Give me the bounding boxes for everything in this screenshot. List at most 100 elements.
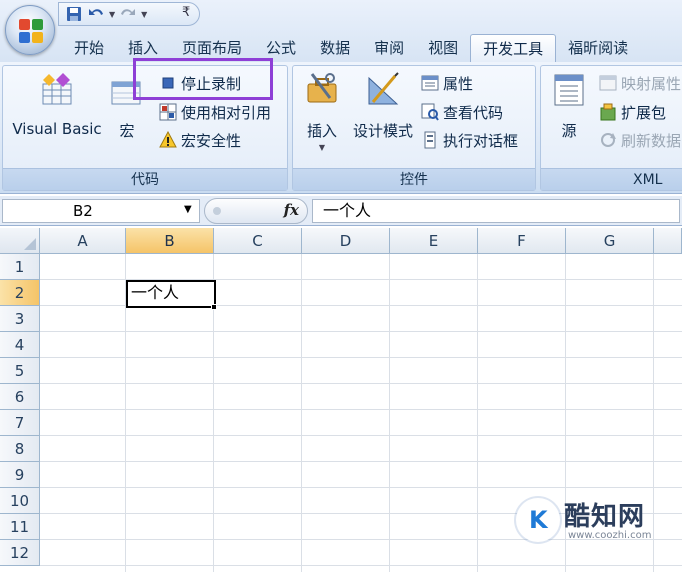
row-header-5[interactable]: 5: [0, 358, 40, 384]
row-header-11[interactable]: 11: [0, 514, 40, 540]
redo-icon[interactable]: [119, 5, 137, 23]
gridline: [301, 254, 302, 572]
undo-dropdown-icon[interactable]: ▼: [109, 10, 115, 19]
macro-security-label: 宏安全性: [181, 131, 242, 150]
properties-button[interactable]: 属性: [421, 72, 473, 94]
row-header-12[interactable]: 12: [0, 540, 40, 566]
tab-foxit-reader[interactable]: 福昕阅读: [556, 34, 640, 62]
gridline: [477, 254, 478, 572]
xml-source-icon: [551, 72, 587, 108]
expansion-packs-icon: [599, 103, 617, 121]
view-code-button[interactable]: 查看代码: [421, 101, 503, 123]
ribbon: Visual Basic 宏 停止录制 使用相对引用 宏安全性 代码 插入 ▼ …: [0, 58, 682, 194]
map-properties-icon: [599, 74, 617, 92]
design-mode-button[interactable]: 设计模式: [349, 72, 417, 141]
tab-home[interactable]: 开始: [62, 34, 116, 62]
xml-group: 源 映射属性 扩展包 刷新数据 XML: [540, 65, 682, 191]
row-header-2[interactable]: 2: [0, 280, 40, 306]
properties-icon: [421, 74, 439, 92]
formula-input[interactable]: 一个人: [312, 199, 680, 223]
annotation-highlight-box: [133, 58, 273, 100]
insert-control-button[interactable]: 插入 ▼: [297, 72, 347, 152]
name-box-dropdown-icon[interactable]: ▼: [184, 199, 192, 221]
refresh-data-button[interactable]: 刷新数据: [599, 129, 681, 151]
use-relative-refs-label: 使用相对引用: [181, 103, 272, 122]
gridline: [40, 565, 682, 566]
gridline: [40, 331, 682, 332]
office-logo-icon: [19, 19, 43, 43]
row-header-8[interactable]: 8: [0, 436, 40, 462]
expand-dot-icon: [213, 207, 221, 215]
column-header-g[interactable]: G: [566, 228, 654, 254]
column-header-b[interactable]: B: [126, 228, 214, 254]
map-properties-button[interactable]: 映射属性: [599, 72, 681, 94]
visual-basic-label: Visual Basic: [12, 120, 102, 138]
properties-label: 属性: [443, 74, 474, 93]
visual-basic-icon: [39, 72, 75, 108]
office-button[interactable]: [5, 5, 55, 55]
xml-source-label: 源: [561, 122, 577, 140]
select-all-button[interactable]: [0, 228, 40, 254]
column-header-f[interactable]: F: [478, 228, 566, 254]
relative-refs-icon: [159, 103, 177, 121]
title-bar: ▼ ▼ ₹ 开始 插入 页面布局 公式 数据 审阅 视图 开发工具 福昕阅读: [0, 0, 682, 62]
column-header-c[interactable]: C: [214, 228, 302, 254]
row-header-10[interactable]: 10: [0, 488, 40, 514]
fill-handle[interactable]: [211, 304, 217, 310]
name-box[interactable]: B2: [2, 199, 200, 223]
tab-review[interactable]: 审阅: [362, 34, 416, 62]
insert-dropdown-icon: ▼: [318, 143, 326, 152]
row-header-9[interactable]: 9: [0, 462, 40, 488]
customize-qat-icon[interactable]: ₹: [182, 5, 190, 20]
tab-data[interactable]: 数据: [308, 34, 362, 62]
row-header-4[interactable]: 4: [0, 332, 40, 358]
controls-group: 插入 ▼ 设计模式 属性 查看代码 执行对话框 控件: [292, 65, 536, 191]
active-cell-b2[interactable]: 一个人: [126, 280, 216, 308]
refresh-data-label: 刷新数据: [621, 131, 682, 150]
view-code-icon: [421, 103, 439, 121]
controls-group-label: 控件: [293, 168, 535, 190]
gridline: [40, 487, 682, 488]
gridline: [40, 409, 682, 410]
xml-source-button[interactable]: 源: [545, 72, 593, 141]
column-header-e[interactable]: E: [390, 228, 478, 254]
row-header-1[interactable]: 1: [0, 254, 40, 280]
visual-basic-button[interactable]: Visual Basic: [7, 72, 107, 138]
gridline: [389, 254, 390, 572]
tab-view[interactable]: 视图: [416, 34, 470, 62]
gridline: [40, 461, 682, 462]
row-header-3[interactable]: 3: [0, 306, 40, 332]
column-header-partial[interactable]: [654, 228, 682, 254]
watermark: K 酷知网 www.coozhi.com: [512, 492, 676, 550]
use-relative-refs-button[interactable]: 使用相对引用: [159, 101, 271, 123]
gridline: [40, 383, 682, 384]
undo-icon[interactable]: [87, 5, 105, 23]
expansion-packs-label: 扩展包: [621, 103, 667, 122]
save-icon[interactable]: [65, 5, 83, 23]
toolbox-icon: [304, 72, 340, 108]
watermark-url: www.coozhi.com: [568, 530, 652, 541]
row-header-7[interactable]: 7: [0, 410, 40, 436]
row-header-6[interactable]: 6: [0, 384, 40, 410]
gridline: [40, 435, 682, 436]
column-header-a[interactable]: A: [40, 228, 126, 254]
map-properties-label: 映射属性: [621, 74, 682, 93]
tab-developer[interactable]: 开发工具: [470, 34, 557, 62]
gridline: [40, 357, 682, 358]
design-mode-label: 设计模式: [352, 122, 413, 140]
code-group-label: 代码: [3, 168, 287, 190]
insert-function-icon[interactable]: fx: [284, 201, 299, 219]
column-header-d[interactable]: D: [302, 228, 390, 254]
run-dialog-label: 执行对话框: [443, 131, 519, 150]
macros-label: 宏: [119, 122, 135, 140]
expansion-packs-button[interactable]: 扩展包: [599, 101, 666, 123]
run-dialog-button[interactable]: 执行对话框: [421, 129, 518, 151]
quick-access-toolbar: ▼ ▼: [58, 2, 200, 26]
warning-icon: [159, 130, 177, 149]
run-dialog-icon: [421, 131, 439, 149]
macro-security-button[interactable]: 宏安全性: [159, 129, 241, 151]
worksheet-grid[interactable]: A B C D E F G 1 2 3 4 5 6 7 8 9 10 11 12…: [0, 228, 682, 572]
design-mode-icon: [365, 72, 401, 108]
formula-buttons: fx: [204, 198, 308, 224]
redo-dropdown-icon[interactable]: ▼: [141, 10, 147, 19]
